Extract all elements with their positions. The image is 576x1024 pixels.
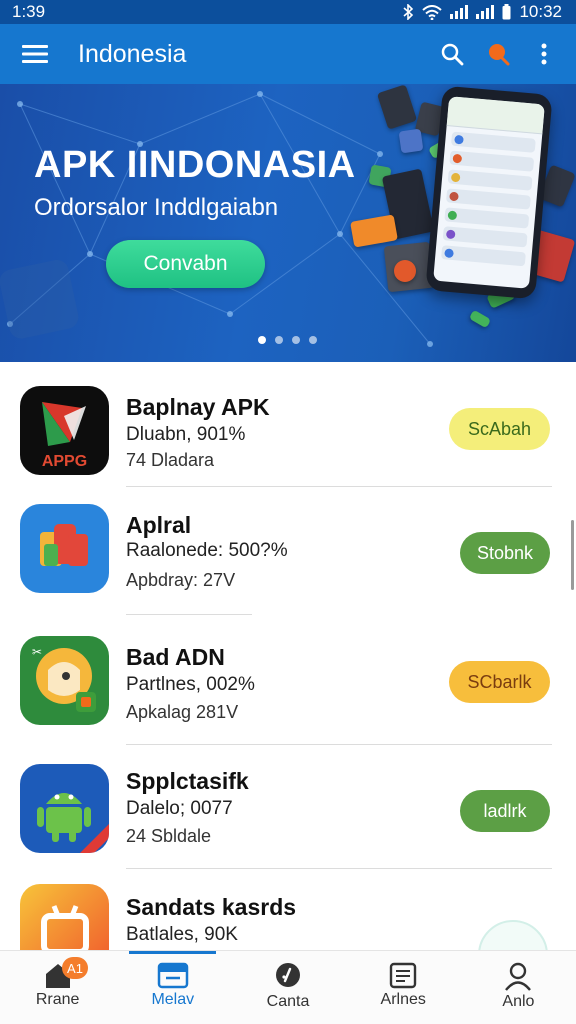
nav-label: Arlnes bbox=[380, 991, 426, 1008]
search-button[interactable] bbox=[438, 40, 466, 68]
divider bbox=[126, 744, 552, 745]
signal-strength-icon bbox=[450, 5, 469, 19]
nav-label: Anlo bbox=[502, 993, 535, 1010]
app-action-button[interactable]: ladlrk bbox=[460, 790, 550, 832]
app-detail: Raalonede: 500?% bbox=[126, 540, 288, 561]
more-vertical-icon bbox=[541, 43, 547, 65]
app-downloads: 24 Sbldale bbox=[126, 826, 212, 846]
floating-app-tile bbox=[398, 128, 424, 154]
battery-icon bbox=[502, 4, 511, 20]
app-action-button[interactable]: ScAbah bbox=[449, 408, 550, 450]
chat-face-icon: ✂ bbox=[20, 636, 109, 725]
apk-logo-text: APPG bbox=[42, 453, 87, 470]
promo-banner[interactable]: APK IINDONASIA Ordorsalor Inddlgaiabn Co… bbox=[0, 84, 576, 362]
banner-title: APK IINDONASIA bbox=[34, 144, 356, 186]
more-options-button[interactable] bbox=[530, 40, 558, 68]
floating-app-tile bbox=[394, 260, 416, 282]
signal-strength-icon-2 bbox=[476, 5, 495, 19]
pager-dot[interactable] bbox=[309, 336, 317, 344]
apk-logo-icon: APPG bbox=[20, 386, 109, 475]
pager-dot[interactable] bbox=[275, 336, 283, 344]
app-name: Bad ADN bbox=[126, 644, 225, 670]
nav-label: Canta bbox=[266, 993, 310, 1010]
search-icon bbox=[441, 43, 464, 66]
store-icon bbox=[157, 962, 189, 989]
phone-screen bbox=[433, 96, 545, 289]
app-bar-actions bbox=[438, 40, 576, 68]
page-title: Indonesia bbox=[78, 39, 187, 68]
app-downloads: Apbdray: 27V bbox=[126, 570, 236, 590]
status-clock: 10:32 bbox=[519, 2, 562, 21]
android-robot-icon bbox=[20, 764, 109, 853]
app-name: Baplnay APK bbox=[126, 394, 270, 420]
list-item[interactable]: Aplral Raalonede: 500?% Apbdray: 27V Sto… bbox=[0, 488, 576, 608]
bluetooth-icon bbox=[403, 4, 414, 20]
profile-icon bbox=[505, 962, 532, 991]
nav-item-home[interactable]: A1 Rrane bbox=[0, 951, 115, 1024]
app-downloads: Apkalag 281V bbox=[126, 702, 239, 722]
app-detail: Partlnes, 002% bbox=[126, 674, 255, 695]
list-item[interactable]: Spplctasifk Dalelo; 0077 24 Sbldale ladl… bbox=[0, 746, 576, 866]
app-downloads: 74 Dladara bbox=[126, 450, 215, 470]
phone-mockup bbox=[425, 85, 553, 300]
app-name: Sandats kasrds bbox=[126, 894, 297, 920]
notification-badge: A1 bbox=[62, 957, 88, 979]
app-detail: Dluabn, 901% bbox=[126, 424, 246, 445]
app-bar: Indonesia bbox=[0, 24, 576, 84]
app-name: Aplral bbox=[126, 512, 192, 538]
pager-dot-active[interactable] bbox=[258, 336, 266, 344]
nav-item-store[interactable]: Melav bbox=[115, 951, 230, 1024]
orange-app-icon bbox=[20, 884, 109, 950]
list-item[interactable]: Sandats kasrds Batlales, 90K bbox=[0, 870, 576, 950]
divider bbox=[126, 614, 252, 615]
app-detail: Dalelo; 0077 bbox=[126, 798, 233, 819]
banner-subtitle: Ordorsalor Inddlgaiabn bbox=[34, 194, 279, 221]
banner-cta-button[interactable]: Convabn bbox=[106, 240, 265, 288]
status-time: 1:39 bbox=[12, 2, 46, 21]
nav-item-articles[interactable]: Arlnes bbox=[346, 951, 461, 1024]
chat-bubble-icon bbox=[276, 963, 300, 987]
document-list-icon bbox=[390, 962, 417, 989]
voice-search-button[interactable] bbox=[484, 40, 512, 68]
status-bar: 1:39 10:32 bbox=[0, 0, 576, 24]
nav-label: Rrane bbox=[35, 991, 80, 1008]
carousel-pager bbox=[258, 336, 317, 344]
divider bbox=[126, 486, 552, 487]
hamburger-menu-icon bbox=[22, 45, 48, 63]
app-name: Spplctasifk bbox=[126, 768, 249, 794]
scrollbar[interactable] bbox=[571, 520, 574, 590]
nav-label: Melav bbox=[151, 991, 195, 1008]
svg-text:✂: ✂ bbox=[32, 645, 42, 659]
app-action-button[interactable]: SCbarlk bbox=[449, 661, 550, 703]
status-icons: 10:32 bbox=[402, 2, 562, 22]
menu-button[interactable] bbox=[0, 24, 70, 84]
bottom-navigation: A1 Rrane Melav Canta Arlnes Anlo bbox=[0, 950, 576, 1024]
wifi-icon bbox=[422, 4, 443, 20]
nav-item-profile[interactable]: Anlo bbox=[461, 951, 576, 1024]
app-action-button[interactable] bbox=[478, 920, 548, 950]
nav-item-chat[interactable]: Canta bbox=[230, 951, 345, 1024]
divider bbox=[126, 868, 552, 869]
list-item[interactable]: APPG Baplnay APK Dluabn, 901% 74 Dladara… bbox=[0, 362, 576, 482]
pager-dot[interactable] bbox=[292, 336, 300, 344]
orange-search-bubble-icon bbox=[489, 44, 510, 66]
list-item[interactable]: ✂ Bad ADN Partlnes, 002% Apkalag 281V SC… bbox=[0, 616, 576, 736]
app-action-button[interactable]: Stobnk bbox=[460, 532, 550, 574]
colorful-blocks-icon bbox=[20, 504, 109, 593]
app-list: APPG Baplnay APK Dluabn, 901% 74 Dladara… bbox=[0, 362, 576, 950]
app-detail: Batlales, 90K bbox=[126, 924, 238, 945]
